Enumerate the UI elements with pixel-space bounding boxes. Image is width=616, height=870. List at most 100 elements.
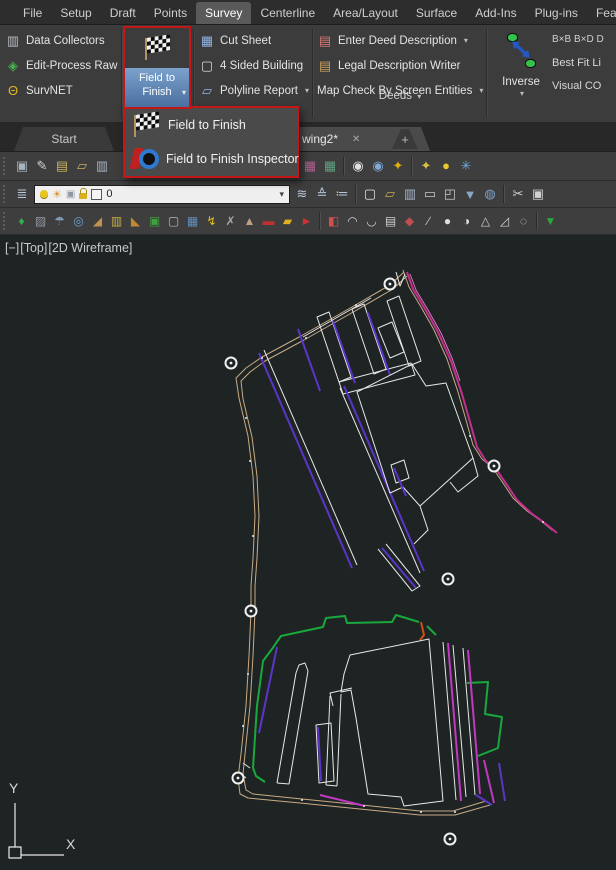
drawing-canvas[interactable] — [0, 235, 616, 870]
copy-clip-icon[interactable]: ▣ — [528, 184, 548, 205]
draw-arc-down-icon[interactable]: ◡ — [362, 211, 381, 232]
inverse-button[interactable]: Inverse ▾ — [494, 30, 548, 122]
plot-preview-icon[interactable]: ◰ — [440, 184, 460, 205]
image-style-1-icon[interactable]: ▦ — [300, 155, 320, 176]
draw-arc-up-icon[interactable]: ◠ — [343, 211, 362, 232]
menu-tab-fea[interactable]: Fea — [587, 2, 616, 24]
image-style-2-icon[interactable]: ▦ — [320, 155, 340, 176]
menu-tab-plug-ins[interactable]: Plug-ins — [526, 2, 587, 24]
prong-3[interactable] — [387, 296, 421, 366]
viewport-view-control[interactable]: [Top] — [20, 241, 47, 255]
ext-purple[interactable] — [499, 763, 505, 801]
erase-a-icon[interactable]: ● — [438, 211, 457, 232]
save-file-icon[interactable]: ▥ — [400, 184, 420, 205]
field-to-finish-label[interactable]: Field to Finish ▾ — [125, 68, 189, 107]
toolbar-grip[interactable] — [3, 157, 8, 175]
purple-left-lower[interactable] — [259, 647, 277, 733]
web-icon[interactable]: ◍ — [480, 184, 500, 205]
polyline-report-caret-icon[interactable]: ▾ — [305, 86, 309, 95]
viewport-minimize-control[interactable]: [−] — [5, 241, 19, 255]
pencil-point-icon[interactable]: ◆ — [400, 211, 419, 232]
column-b-right[interactable] — [337, 694, 341, 786]
triangle-tool-icon[interactable]: △ — [476, 211, 495, 232]
layer-combo[interactable]: ☀ ▣ 0 ▾ — [34, 185, 290, 204]
close-tab-icon[interactable]: ✕ — [352, 134, 360, 145]
survey-instrument-icon[interactable]: ♦ — [12, 211, 31, 232]
column-a-right[interactable] — [289, 671, 308, 784]
menu-tab-add-ins[interactable]: Add-Ins — [466, 2, 525, 24]
equipment-icon[interactable]: ▥ — [107, 211, 126, 232]
column-a-cap[interactable] — [296, 663, 308, 673]
white-long-left[interactable] — [264, 350, 357, 565]
intersection-icons-row[interactable]: B×B B×D D — [552, 34, 616, 57]
field-to-finish-button[interactable]: Field to Finish ▾ — [123, 26, 191, 109]
ribbon-item-cut-sheet[interactable]: ▦Cut Sheet — [196, 28, 314, 53]
walker-icon[interactable]: ▲ — [240, 211, 259, 232]
inverse-caret-icon[interactable]: ▾ — [496, 89, 548, 98]
finger-magenta-2[interactable] — [468, 650, 480, 794]
ext-magenta[interactable] — [484, 760, 494, 803]
ribbon-item-data-collectors[interactable]: ▥Data Collectors — [2, 28, 122, 53]
slope-tool-icon[interactable]: ◿ — [495, 211, 514, 232]
viewport-visual-style-control[interactable]: [2D Wireframe] — [48, 241, 132, 255]
column-a-base[interactable] — [277, 783, 289, 784]
hydrology-icon[interactable]: ☂ — [50, 211, 69, 232]
dropdown-caret-icon[interactable]: ▾ — [182, 86, 186, 100]
dump-truck-icon[interactable]: ▰ — [278, 211, 297, 232]
pick-tool-icon[interactable]: ◢ — [88, 211, 107, 232]
menu-tab-survey[interactable]: Survey — [196, 2, 251, 24]
ucs-origin-box[interactable] — [9, 847, 21, 858]
menu-tab-area-layout[interactable]: Area/Layout — [324, 2, 407, 24]
toolbar-grip[interactable] — [3, 185, 8, 203]
layer-unlock-icon[interactable] — [79, 193, 87, 199]
path-magenta-right[interactable] — [407, 272, 557, 533]
mine-cart-icon[interactable]: ▬ — [259, 211, 278, 232]
orange-tick[interactable] — [420, 622, 424, 640]
bottom-magenta[interactable] — [320, 795, 365, 806]
deeds-panel-label[interactable]: Deeds ▾ — [314, 90, 486, 102]
menu-tab-surface[interactable]: Surface — [407, 2, 466, 24]
light-bulb-icon[interactable]: ● — [436, 155, 456, 176]
menu-tab-centerline[interactable]: Centerline — [251, 2, 324, 24]
hammer-tools-icon[interactable]: ✗ — [221, 211, 240, 232]
building-lower[interactable] — [341, 639, 443, 806]
layer-match-icon[interactable]: ≔ — [332, 184, 352, 205]
layer-thaw-sun-icon[interactable]: ☀ — [52, 188, 62, 201]
ribbon-item-enter-deed-description[interactable]: ▤Enter Deed Description▾ — [314, 28, 486, 53]
menu-tab-setup[interactable]: Setup — [51, 2, 100, 24]
green-corner[interactable] — [253, 768, 265, 782]
edit-points-icon[interactable]: ◧ — [324, 211, 343, 232]
drawing-area[interactable]: [−] [Top] [2D Wireframe] Y X — [0, 235, 616, 870]
menu-tab-points[interactable]: Points — [145, 2, 196, 24]
layer-vp-freeze-icon[interactable]: ▣ — [66, 189, 75, 200]
monitor-icon[interactable]: ▢ — [164, 211, 183, 232]
search-globe-icon[interactable]: ◎ — [69, 211, 88, 232]
copy-object-icon[interactable]: ▣ — [145, 211, 164, 232]
purple-prong-1[interactable] — [298, 329, 320, 391]
snowflake-icon[interactable]: ✳ — [456, 155, 476, 176]
best-fit-line-item[interactable]: Best Fit Li — [552, 57, 616, 80]
menu-tab-file[interactable]: File — [14, 2, 51, 24]
tail-purple[interactable] — [382, 548, 416, 588]
tab-start[interactable]: Start — [14, 127, 114, 151]
toolbar-grip[interactable] — [3, 212, 8, 230]
render-eye-icon[interactable]: ◉ — [348, 155, 368, 176]
layer-on-bulb-icon[interactable] — [40, 190, 48, 198]
cogo-tool-icon[interactable]: ◌ — [514, 211, 533, 232]
combo-dropdown-icon[interactable]: ▾ — [279, 189, 284, 200]
menu-tab-draft[interactable]: Draft — [101, 2, 145, 24]
enter-deed-description-caret-icon[interactable]: ▾ — [464, 36, 468, 45]
folder-icon[interactable]: ▤ — [52, 156, 72, 177]
cut-clip-icon[interactable]: ✂ — [508, 184, 528, 205]
ribbon-item-4-sided-building[interactable]: ▢4 Sided Building — [196, 53, 314, 78]
lightning-icon[interactable]: ↯ — [202, 211, 221, 232]
ribbon-item-legal-description-writer[interactable]: ▤Legal Description Writer — [314, 53, 486, 78]
magic-wand-icon[interactable]: ✦ — [388, 155, 408, 176]
publish-icon[interactable]: ▼ — [460, 184, 480, 205]
menu-item-field-to-finish-inspector[interactable]: Field to Finish Inspector — [125, 142, 297, 176]
ribbon-item-survnet[interactable]: ΘSurvNET — [2, 78, 122, 103]
new-drawing-icon[interactable]: ▣ — [12, 156, 32, 177]
brush-icon[interactable]: ✎ — [32, 156, 52, 177]
save-drawing-icon[interactable]: ▥ — [92, 156, 112, 177]
open-drawing-icon[interactable]: ▱ — [72, 156, 92, 177]
